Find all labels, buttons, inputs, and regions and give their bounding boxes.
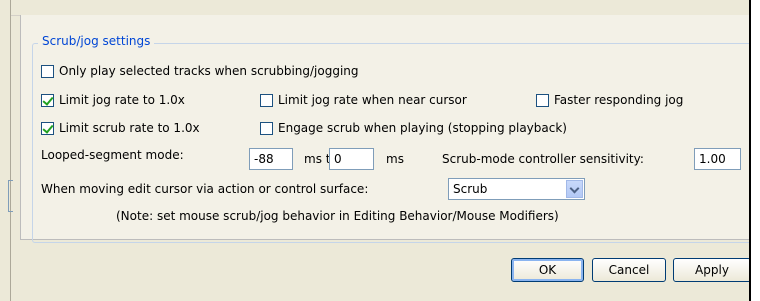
limit-scrub-label: Limit scrub rate to 1.0x [59,121,200,135]
group-title: Scrub/jog settings [38,34,155,48]
note-text: (Note: set mouse scrub/jog behavior in E… [116,209,559,223]
edit-cursor-select[interactable]: Scrub [448,178,585,200]
faster-jog-label: Faster responding jog [554,93,684,107]
ms-label: ms [386,152,404,166]
option-faster-jog[interactable]: Faster responding jog [536,93,683,107]
preferences-window: Scrub/jog settings Only play selected tr… [0,0,751,301]
left-notch [8,180,13,212]
sensitivity-input[interactable] [694,148,741,170]
option-limit-jog-near-cursor[interactable]: Limit jog rate when near cursor [260,93,467,107]
checkbox-limit-jog-near-cursor[interactable] [260,93,273,107]
edit-cursor-label: When moving edit cursor via action or co… [41,182,369,196]
checkbox-only-selected[interactable] [41,64,54,78]
checkbox-limit-scrub[interactable] [41,121,54,135]
only-selected-label: Only play selected tracks when scrubbing… [59,64,359,78]
edit-cursor-selected-value: Scrub [453,182,488,196]
checkbox-engage-scrub[interactable] [260,121,273,135]
option-engage-scrub[interactable]: Engage scrub when playing (stopping play… [260,121,567,135]
cancel-button[interactable]: Cancel [592,258,666,282]
checkbox-faster-jog[interactable] [536,93,549,107]
option-limit-scrub[interactable]: Limit scrub rate to 1.0x [41,121,200,135]
chevron-down-icon[interactable] [566,180,583,198]
looped-from-input[interactable] [249,148,293,170]
looped-to-input[interactable] [329,148,374,170]
apply-button[interactable]: Apply [673,258,749,282]
left-divider [10,0,11,301]
checkbox-limit-jog[interactable] [41,93,54,107]
sensitivity-label: Scrub-mode controller sensitivity: [442,152,644,166]
limit-jog-near-cursor-label: Limit jog rate when near cursor [278,93,467,107]
engage-scrub-label: Engage scrub when playing (stopping play… [278,121,567,135]
option-limit-jog[interactable]: Limit jog rate to 1.0x [41,93,185,107]
ok-button[interactable]: OK [511,258,584,282]
looped-segment-row: Looped-segment mode: [41,148,184,162]
top-strip [11,0,749,16]
looped-segment-label: Looped-segment mode: [41,148,184,162]
option-only-selected[interactable]: Only play selected tracks when scrubbing… [41,64,359,78]
limit-jog-label: Limit jog rate to 1.0x [59,93,185,107]
